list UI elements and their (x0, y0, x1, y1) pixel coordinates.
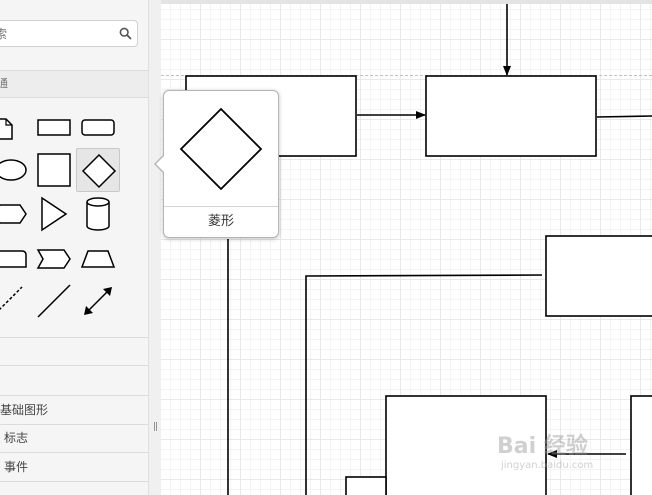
watermark-url: jingyan.baidu.com (501, 460, 594, 471)
tooltip-label: 菱形 (207, 214, 234, 229)
watermark-text: Bai 经验 (497, 434, 588, 459)
shape-preview-tooltip: 菱形 (154, 90, 279, 238)
connector-line[interactable] (596, 115, 652, 118)
tooltip-arrow (156, 155, 165, 173)
process-box[interactable] (345, 476, 387, 495)
flowchart-diagram (185, 4, 652, 495)
process-box[interactable] (545, 235, 652, 317)
watermark: Bai 经验 jingyan.baidu.com (497, 428, 647, 488)
diamond-preview-icon (179, 107, 263, 191)
process-box[interactable] (425, 75, 597, 157)
